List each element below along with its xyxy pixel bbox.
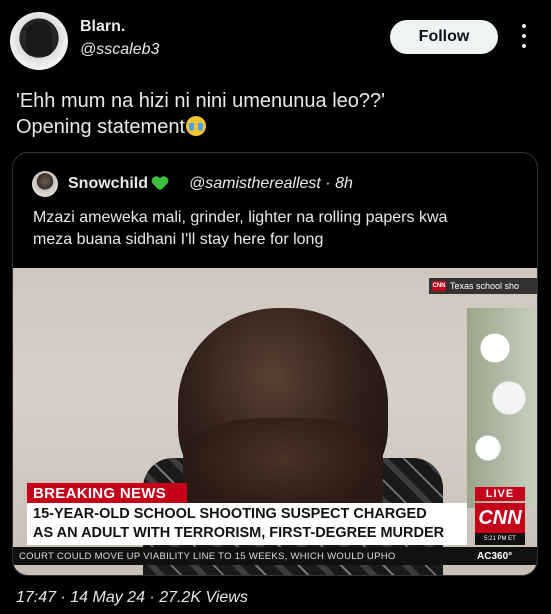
cnn-small-logo: CNN [432, 281, 446, 291]
author-name[interactable]: Blarn. [80, 18, 125, 36]
quoted-author-name[interactable]: Snowchild [68, 175, 148, 193]
quoted-tweet-text: Mzazi ameweka mali, grinder, lighter na … [33, 209, 448, 248]
quoted-author-avatar[interactable] [32, 171, 58, 197]
flowers-background [467, 308, 537, 508]
ticker-text: COURT COULD MOVE UP VIABILITY LINE TO 15… [19, 550, 396, 562]
broadcast-time: 5:21 PM ET [475, 533, 525, 545]
quoted-author[interactable]: Snowchild [68, 175, 168, 193]
top-badge-text: Texas school sho [450, 281, 520, 291]
breaking-news-label: BREAKING NEWS [27, 483, 187, 503]
cnn-logo: CNN [475, 503, 525, 533]
author-handle[interactable]: @sscaleb3 [80, 41, 159, 59]
tweet-meta[interactable]: 17:47 · 14 May 24 · 27.2K Views [16, 589, 248, 607]
crying-face-icon [186, 116, 206, 136]
green-heart-icon [152, 177, 168, 191]
news-headline: 15-YEAR-OLD SCHOOL SHOOTING SUSPECT CHAR… [27, 503, 467, 545]
quoted-tweet-card[interactable]: Snowchild @samisthereallest · 8h Mzazi a… [12, 152, 538, 576]
tweet-line-1: 'Ehh mum na hizi ni nini umenunua leo??' [16, 90, 385, 112]
tweet-text: 'Ehh mum na hizi ni nini umenunua leo??'… [16, 88, 536, 140]
quoted-author-handle-time[interactable]: @samisthereallest · 8h [189, 175, 353, 193]
more-options-icon[interactable] [518, 24, 530, 48]
show-name: AC360° [477, 550, 513, 562]
cnn-top-badge: CNN Texas school sho [429, 278, 537, 294]
author-avatar[interactable] [10, 12, 68, 70]
live-badge: LIVE [475, 487, 525, 501]
quoted-media-image[interactable]: CNN Texas school sho BREAKING NEWS 15-YE… [13, 268, 537, 575]
news-ticker: COURT COULD MOVE UP VIABILITY LINE TO 15… [13, 547, 537, 565]
tweet-line-2: Opening statement [16, 116, 185, 138]
follow-button[interactable]: Follow [390, 20, 498, 54]
